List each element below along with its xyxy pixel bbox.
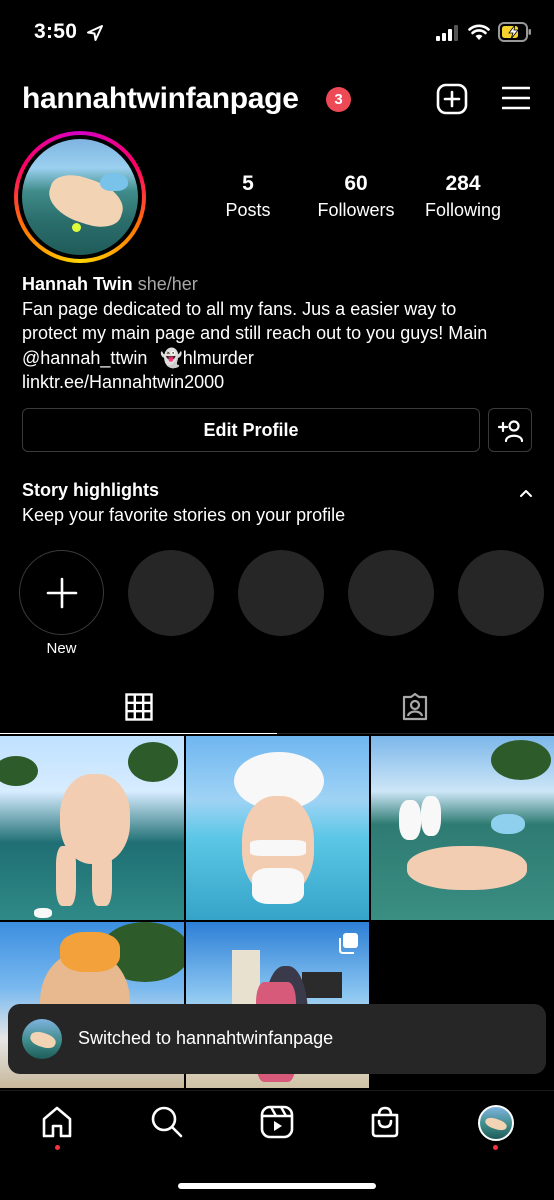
profile-bio: Hannah Twin she/her Fan page dedicated t… bbox=[22, 272, 542, 395]
tab-posts-grid[interactable] bbox=[0, 686, 277, 734]
location-arrow-icon bbox=[87, 25, 103, 41]
profile-photo bbox=[22, 139, 138, 255]
bio-text-line: protect my main page and still reach out… bbox=[22, 323, 488, 343]
nav-search[interactable] bbox=[150, 1105, 190, 1145]
highlight-placeholder bbox=[348, 550, 434, 636]
profile-header: hannahtwinfanpage 3 bbox=[0, 78, 554, 122]
status-bar: 3:50 bbox=[0, 0, 554, 66]
profile-stats: 5 Posts 60 Followers 284 Following bbox=[200, 172, 520, 222]
account-switch-toast: Switched to hannahtwinfanpage bbox=[8, 1004, 546, 1074]
nav-reels[interactable] bbox=[260, 1105, 300, 1145]
display-name: Hannah Twin bbox=[22, 274, 133, 294]
main-account-mention[interactable]: @hannah_ttwin bbox=[22, 348, 147, 368]
home-icon bbox=[42, 1106, 72, 1138]
discover-people-button[interactable] bbox=[488, 408, 532, 452]
notification-dot bbox=[493, 1145, 498, 1150]
new-highlight-label: New bbox=[46, 640, 77, 657]
post-thumbnail[interactable] bbox=[186, 736, 369, 920]
new-highlight-button[interactable] bbox=[19, 550, 104, 635]
chevron-up-icon[interactable] bbox=[518, 487, 534, 499]
pronouns: she/her bbox=[137, 274, 198, 294]
following-count: 284 bbox=[445, 172, 481, 195]
post-thumbnail[interactable] bbox=[371, 736, 554, 920]
highlight-placeholder bbox=[458, 550, 544, 636]
toast-message: Switched to hannahtwinfanpage bbox=[78, 1028, 334, 1048]
tab-tagged[interactable] bbox=[277, 686, 554, 734]
snapchat-handle: hlmurder bbox=[182, 347, 254, 368]
carousel-icon bbox=[337, 932, 359, 959]
tagged-icon bbox=[402, 692, 428, 721]
followers-label: Followers bbox=[317, 200, 395, 220]
highlights-title: Story highlights bbox=[22, 480, 159, 500]
cellular-signal-icon bbox=[436, 25, 458, 41]
nav-shop[interactable] bbox=[368, 1105, 408, 1145]
ghost-emoji: 👻 bbox=[160, 347, 183, 368]
plus-icon bbox=[46, 577, 78, 609]
posts-stat[interactable]: 5 Posts bbox=[208, 172, 288, 221]
reels-icon bbox=[260, 1105, 294, 1139]
bottom-navigation bbox=[0, 1090, 554, 1200]
add-post-icon[interactable] bbox=[436, 83, 468, 115]
battery-charging-icon bbox=[498, 22, 531, 42]
menu-icon[interactable] bbox=[502, 86, 530, 110]
posts-label: Posts bbox=[225, 200, 271, 220]
profile-avatar[interactable] bbox=[14, 131, 146, 263]
followers-stat[interactable]: 60 Followers bbox=[306, 172, 406, 221]
highlight-placeholder bbox=[238, 550, 324, 636]
following-label: Following bbox=[424, 200, 502, 220]
account-switcher-username[interactable]: hannahtwinfanpage bbox=[22, 82, 299, 116]
bio-text-line: Fan page dedicated to all my fans. Jus a… bbox=[22, 298, 457, 319]
nav-home[interactable] bbox=[40, 1105, 80, 1150]
bio-link[interactable]: linktr.ee/Hannahtwin2000 bbox=[22, 370, 542, 395]
notification-dot bbox=[55, 1145, 60, 1150]
search-icon bbox=[151, 1106, 183, 1138]
status-time: 3:50 bbox=[34, 20, 78, 43]
avatar bbox=[22, 1019, 62, 1059]
profile-tabs bbox=[0, 686, 554, 734]
shop-icon bbox=[371, 1106, 399, 1138]
add-person-icon bbox=[498, 420, 524, 443]
notification-badge[interactable]: 3 bbox=[326, 87, 351, 112]
followers-count: 60 bbox=[344, 172, 368, 195]
highlights-subtitle: Keep your favorite stories on your profi… bbox=[22, 505, 346, 525]
edit-profile-button[interactable]: Edit Profile bbox=[22, 408, 480, 452]
post-thumbnail[interactable] bbox=[0, 736, 184, 920]
posts-count: 5 bbox=[242, 172, 254, 195]
highlight-placeholder bbox=[128, 550, 214, 636]
home-indicator bbox=[178, 1183, 376, 1189]
grid-icon bbox=[125, 693, 153, 721]
wifi-icon bbox=[468, 24, 490, 40]
following-stat[interactable]: 284 Following bbox=[414, 172, 512, 221]
nav-profile-avatar[interactable] bbox=[478, 1105, 514, 1141]
